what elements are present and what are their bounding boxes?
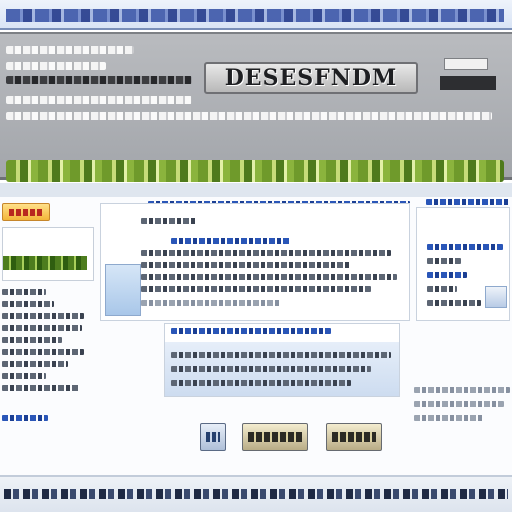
article-text (141, 218, 197, 224)
divider (0, 183, 512, 197)
right-text (427, 300, 481, 306)
header-text-line (6, 112, 492, 120)
header-text-line (6, 76, 192, 84)
action-button[interactable] (326, 423, 382, 451)
site-header: DESESFNDM (0, 32, 512, 182)
search-panel (164, 323, 400, 397)
panel-text (171, 352, 391, 358)
article-text (141, 262, 351, 268)
site-logo[interactable]: DESESFNDM (204, 62, 418, 94)
center-column (100, 197, 410, 475)
panel-heading (171, 328, 331, 334)
sidebar-text (2, 289, 46, 295)
sidebar-text (2, 313, 84, 319)
right-link[interactable] (427, 244, 503, 250)
article-text (141, 274, 397, 280)
article-text (141, 300, 281, 306)
right-sidebar (412, 197, 512, 475)
article-subheading[interactable] (171, 238, 291, 244)
header-text-line (6, 46, 134, 54)
sidebar-tab[interactable] (2, 203, 50, 221)
navigation-bar[interactable] (6, 160, 504, 182)
header-text-line (6, 62, 106, 70)
right-text (427, 258, 461, 264)
right-text (427, 286, 457, 292)
sidebar-text (2, 325, 82, 331)
sidebar-text (2, 373, 46, 379)
right-text (414, 387, 510, 393)
logo-text: DESESFNDM (224, 65, 398, 91)
article-text (141, 250, 391, 256)
article-panel (100, 203, 410, 321)
panel-text (171, 366, 371, 372)
sidebar-text (2, 361, 68, 367)
sidebar-link[interactable] (2, 415, 48, 421)
sidebar-text (2, 337, 62, 343)
sidebar-text (2, 349, 84, 355)
sidebar-text (2, 301, 54, 307)
right-panel (416, 207, 510, 321)
article-thumbnail[interactable] (105, 264, 141, 316)
article-text (141, 286, 371, 292)
right-heading[interactable] (426, 199, 510, 205)
right-link[interactable] (427, 272, 467, 278)
left-sidebar (0, 197, 98, 475)
footer-text-illegible (4, 489, 508, 499)
panel-body (165, 342, 399, 396)
image-button[interactable] (200, 423, 226, 451)
sidebar-box (2, 227, 94, 281)
sidebar-box-title (3, 256, 87, 270)
title-text-illegible (6, 9, 504, 22)
page-footer (0, 475, 512, 512)
action-button[interactable] (242, 423, 308, 451)
right-image[interactable] (485, 286, 507, 308)
header-text-line (6, 96, 192, 104)
header-side-block (440, 52, 496, 98)
right-text (414, 415, 484, 421)
sidebar-text (2, 385, 80, 391)
title-bar (0, 0, 512, 30)
panel-text (171, 380, 351, 386)
main-content (0, 197, 512, 475)
right-text (414, 401, 504, 407)
